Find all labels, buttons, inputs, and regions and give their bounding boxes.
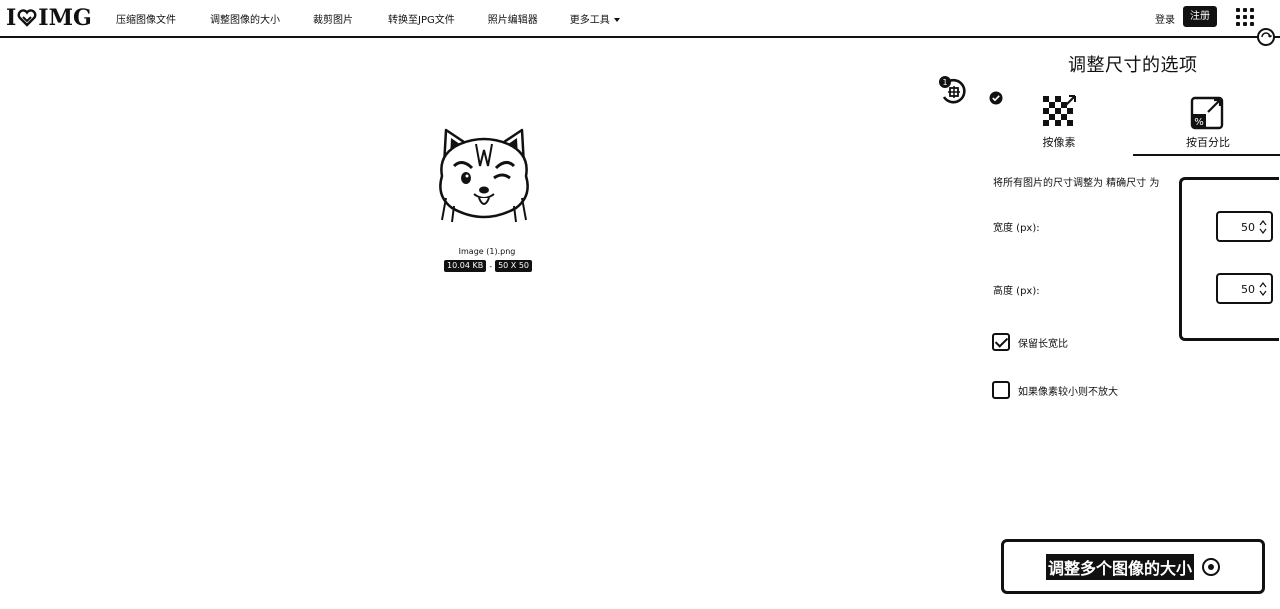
no-enlarge-label: 如果像素较小则不放大	[1018, 386, 1118, 398]
dog-image	[439, 128, 529, 223]
pixels-icon	[1043, 95, 1076, 126]
percent-icon: %	[1190, 96, 1224, 130]
apps-grid-icon[interactable]	[1236, 8, 1254, 26]
width-stepper-icon[interactable]	[1259, 217, 1267, 237]
nav-more-tools-label: 更多工具	[569, 15, 610, 26]
resize-images-button-label: 调整多个图像的大小	[1045, 553, 1194, 580]
svg-text:%: %	[1194, 117, 1204, 128]
width-label: 宽度 (px):	[993, 223, 1040, 234]
resize-images-button[interactable]: 调整多个图像的大小	[1001, 539, 1265, 594]
option-by-percent-label: 按百分比	[1186, 136, 1230, 149]
dimensions-badge: 50 X 50	[495, 260, 533, 272]
options-title: 调整尺寸的选项	[1068, 55, 1198, 76]
nav-photo-editor[interactable]: 照片编辑器	[488, 11, 538, 26]
resize-description: 将所有图片的尺寸调整为 精确尺寸 为	[993, 178, 1160, 189]
logo-text-left: I	[6, 5, 17, 31]
keep-ratio-label: 保留长宽比	[1018, 338, 1068, 350]
rotate-button[interactable]: 1	[938, 75, 970, 107]
no-enlarge-checkbox[interactable]	[992, 381, 1010, 399]
rotate-count: 1	[942, 78, 947, 87]
caret-down-icon	[613, 18, 620, 22]
option-by-pixels-label: 按像素	[1042, 136, 1076, 149]
main-nav: 压缩图像文件 调整图像的大小 裁剪图片 转换至JPG文件 照片编辑器 更多工具	[116, 11, 620, 26]
width-input[interactable]: 50	[1216, 211, 1273, 242]
keep-ratio-row[interactable]: 保留长宽比	[992, 333, 1068, 351]
nav-compress[interactable]: 压缩图像文件	[116, 11, 176, 26]
fields-container	[1179, 177, 1279, 341]
settings-toggle-icon[interactable]	[1257, 28, 1275, 46]
no-enlarge-row[interactable]: 如果像素较小则不放大	[992, 381, 1118, 399]
option-by-percent[interactable]: % 按百分比	[1133, 94, 1280, 156]
file-meta: 10.04 KB - 50 X 50	[444, 260, 533, 272]
keep-ratio-checkbox[interactable]	[992, 333, 1010, 351]
height-input[interactable]: 50	[1216, 273, 1273, 304]
register-button[interactable]: 注册	[1183, 6, 1217, 27]
nav-more-tools[interactable]: 更多工具	[570, 11, 620, 26]
rotate-icon: 1	[939, 76, 966, 104]
option-by-pixels[interactable]: 按像素	[984, 94, 1134, 156]
logo-text-right: IMG	[38, 5, 92, 31]
height-value: 50	[1241, 283, 1255, 296]
height-stepper-icon[interactable]	[1259, 279, 1267, 299]
height-label: 高度 (px):	[993, 286, 1040, 297]
logo[interactable]: I IMG	[6, 5, 92, 31]
arrow-circle-icon	[1202, 557, 1220, 576]
file-name: Image (1).png	[458, 247, 516, 256]
nav-resize[interactable]: 调整图像的大小	[210, 11, 280, 26]
meta-separator: -	[489, 261, 493, 271]
top-header: I IMG 压缩图像文件 调整图像的大小 裁剪图片 转换至JPG文件 照片编辑器…	[0, 0, 1280, 38]
login-link[interactable]: 登录	[1155, 11, 1175, 26]
nav-crop[interactable]: 裁剪图片	[313, 11, 353, 26]
heart-icon	[17, 9, 37, 27]
nav-convert-jpg[interactable]: 转换至JPG文件	[388, 11, 455, 26]
file-size-badge: 10.04 KB	[444, 260, 487, 272]
image-thumbnail[interactable]	[432, 124, 536, 224]
width-value: 50	[1241, 221, 1255, 234]
